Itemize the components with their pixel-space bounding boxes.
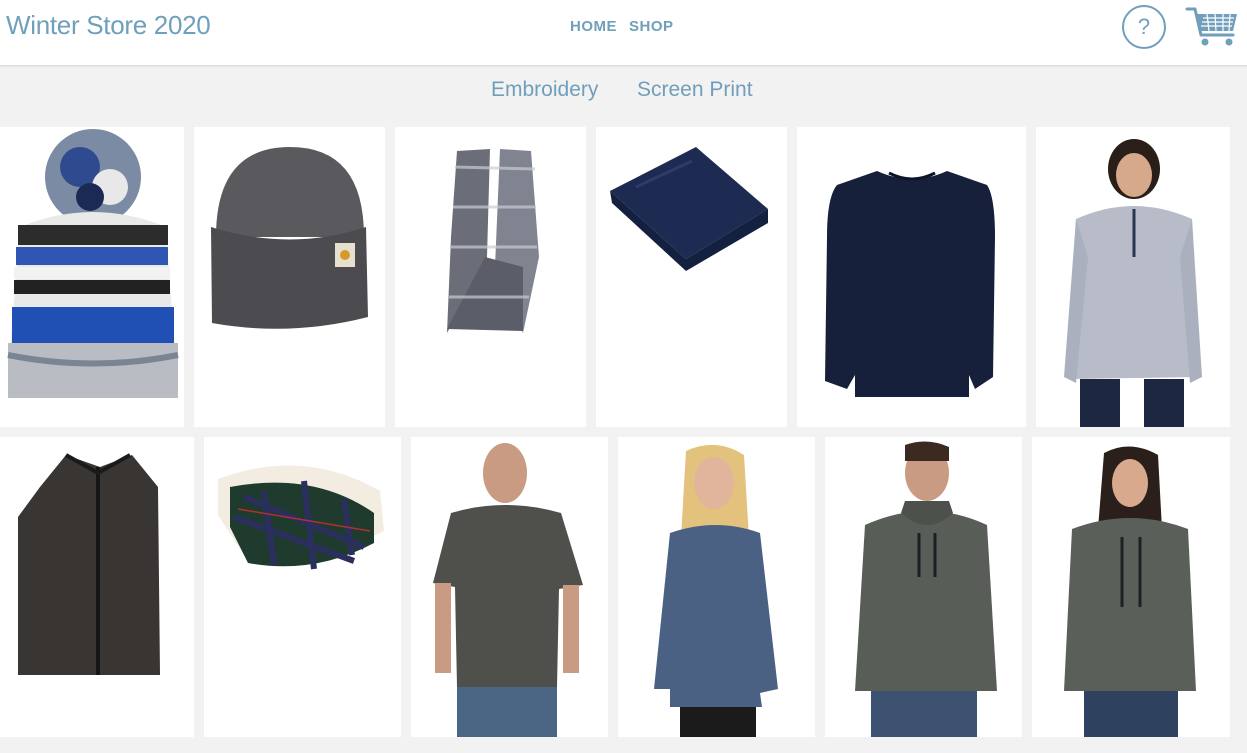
womens-hoodie-icon	[1064, 446, 1196, 737]
product-card-pom-beanie[interactable]	[0, 127, 184, 427]
product-card-womens-hoodie[interactable]	[1032, 437, 1230, 737]
product-card-fleece-blanket[interactable]	[596, 127, 787, 427]
mens-tee-icon	[433, 443, 583, 737]
long-sleeve-thermal-icon	[825, 171, 995, 397]
category-screen-print-link[interactable]: Screen Print	[637, 78, 753, 102]
store-title[interactable]: Winter Store 2020	[6, 10, 211, 41]
nav-home-link[interactable]: HOME	[570, 18, 617, 35]
product-card-long-sleeve-thermal[interactable]	[797, 127, 1026, 427]
product-card-mens-hoodie[interactable]	[825, 437, 1022, 737]
help-icon-glyph: ?	[1137, 14, 1151, 39]
product-card-sweater-vest[interactable]	[0, 437, 194, 737]
womens-long-sleeve-icon	[654, 444, 778, 737]
product-card-mens-tee[interactable]	[411, 437, 608, 737]
cuffed-beanie-icon	[211, 147, 368, 329]
pom-beanie-icon	[7, 129, 179, 398]
knit-scarf-icon	[447, 149, 539, 333]
fleece-blanket-icon	[610, 147, 768, 271]
plaid-sherpa-blanket-icon	[218, 465, 384, 570]
shopping-cart-icon[interactable]	[1185, 5, 1241, 49]
product-card-knit-scarf[interactable]	[395, 127, 586, 427]
sherpa-pullover-icon	[1064, 139, 1202, 427]
category-embroidery-link[interactable]: Embroidery	[491, 78, 598, 102]
product-card-cuffed-beanie[interactable]	[194, 127, 385, 427]
sweater-vest-icon	[18, 453, 160, 675]
nav-shop-link[interactable]: SHOP	[629, 18, 674, 35]
mens-hoodie-icon	[855, 441, 997, 737]
product-card-womens-long-sleeve[interactable]	[618, 437, 815, 737]
main-nav: HOME SHOP	[570, 18, 674, 35]
product-card-plaid-sherpa-blanket[interactable]	[204, 437, 401, 737]
top-header: Winter Store 2020 HOME SHOP ?	[0, 0, 1247, 66]
product-card-sherpa-pullover[interactable]	[1036, 127, 1230, 427]
help-icon[interactable]: ?	[1122, 5, 1166, 49]
